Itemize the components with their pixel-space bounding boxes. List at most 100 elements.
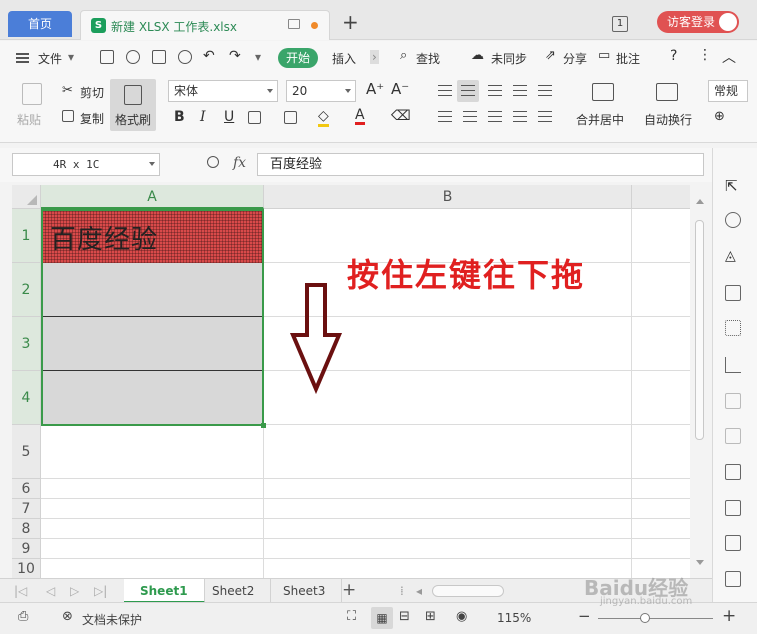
backup-icon[interactable] <box>725 393 741 409</box>
fill-pattern-icon[interactable] <box>284 111 297 124</box>
export-icon[interactable] <box>126 50 140 64</box>
monitor-icon[interactable] <box>288 19 300 29</box>
row-header-9[interactable]: 9 <box>12 539 41 559</box>
currency-icon[interactable]: ⊕ <box>714 109 725 124</box>
next-sheet-icon[interactable]: ▷ <box>70 584 79 598</box>
paste-label[interactable]: 粘贴 <box>17 111 41 128</box>
zoom-in-button[interactable]: + <box>722 606 736 626</box>
bold-button[interactable]: B <box>174 109 185 125</box>
underline-button[interactable]: U <box>224 109 234 125</box>
archive-icon[interactable] <box>725 535 741 551</box>
add-sheet-button[interactable]: + <box>342 580 356 600</box>
history-icon[interactable] <box>725 428 741 444</box>
merge-center-button[interactable]: 合并居中 <box>576 111 624 128</box>
first-sheet-icon[interactable]: |◁ <box>14 584 27 598</box>
fill-color-icon[interactable]: ◇ <box>318 108 329 127</box>
row-header-1[interactable]: 1 <box>12 209 41 263</box>
splitter-icon[interactable]: ⁞ <box>400 584 404 598</box>
justify-icon[interactable] <box>513 111 527 122</box>
row-header-4[interactable]: 4 <box>12 371 41 425</box>
column-header-b[interactable]: B <box>264 185 632 209</box>
protect-status[interactable]: 文档未保护 <box>82 611 142 628</box>
distribute-icon[interactable] <box>538 111 552 122</box>
save-icon[interactable] <box>100 50 114 64</box>
row-header-6[interactable]: 6 <box>12 479 41 499</box>
tab-file[interactable]: S 新建 XLSX 工作表.xlsx <box>80 10 330 40</box>
align-middle-button[interactable] <box>457 80 479 102</box>
style-icon[interactable]: ◬ <box>725 248 741 264</box>
sync-status[interactable]: 未同步 <box>491 50 527 67</box>
page-layout-icon[interactable]: ⊟ <box>399 609 410 624</box>
sheet-tab-3[interactable]: Sheet3 <box>267 579 343 603</box>
align-right-icon[interactable] <box>488 111 502 122</box>
zoom-slider-knob[interactable] <box>640 613 650 623</box>
fullscreen-icon[interactable]: ⛶ <box>347 609 356 624</box>
horizontal-scroll-thumb[interactable] <box>432 585 504 597</box>
edit-icon[interactable] <box>725 500 741 516</box>
align-bottom-icon[interactable] <box>488 85 502 96</box>
align-center-icon[interactable] <box>463 111 477 122</box>
formula-input[interactable]: 百度经验 <box>257 153 704 176</box>
shrink-font-button[interactable]: A⁻ <box>391 80 409 98</box>
tab-start[interactable]: 开始 <box>278 48 318 68</box>
format-brush-button[interactable]: 格式刷 <box>110 79 156 131</box>
number-format-select[interactable]: 常规 <box>708 80 748 102</box>
wrap-text-button[interactable]: 自动换行 <box>644 111 692 128</box>
name-box[interactable]: 4R x 1C <box>12 153 160 176</box>
search-icon[interactable]: ⌕ <box>400 48 407 63</box>
page-break-icon[interactable]: ⊞ <box>425 609 436 624</box>
align-left-icon[interactable] <box>438 111 452 122</box>
italic-button[interactable]: I <box>200 109 206 125</box>
spreadsheet-grid[interactable]: A B 1 2 3 4 5 6 7 8 9 10 百度经验 按住左键往下拖 <box>12 185 690 578</box>
preview-icon[interactable] <box>178 50 192 64</box>
image-icon[interactable] <box>725 464 741 480</box>
more-icon[interactable]: ⋮ <box>698 47 712 63</box>
help-button[interactable]: ? <box>670 48 677 64</box>
redo-icon[interactable]: ↷ <box>229 48 241 64</box>
paste-icon[interactable] <box>22 83 42 105</box>
eraser-icon[interactable]: ⌫ <box>391 108 411 124</box>
scroll-left-icon[interactable]: ◂ <box>416 584 422 598</box>
sheet-tab-1[interactable]: Sheet1 <box>124 579 205 603</box>
row-header-3[interactable]: 3 <box>12 317 41 371</box>
row-header-2[interactable]: 2 <box>12 263 41 317</box>
collapse-ribbon-icon[interactable]: ︿ <box>722 47 736 67</box>
select-all-corner[interactable] <box>12 185 41 209</box>
fx-icon[interactable]: fx <box>233 155 246 171</box>
menu-file[interactable]: 文件 <box>38 50 62 67</box>
shapes-icon[interactable] <box>725 212 741 228</box>
last-sheet-icon[interactable]: ▷| <box>94 584 107 598</box>
share-button[interactable]: 分享 <box>563 50 587 67</box>
border-icon[interactable] <box>248 111 261 124</box>
font-color-button[interactable]: A <box>355 108 365 125</box>
outdent-icon[interactable] <box>513 85 527 96</box>
chevron-right-icon[interactable]: › <box>370 50 379 64</box>
column-header-a[interactable]: A <box>41 185 264 209</box>
macro-icon[interactable]: ⎙ <box>18 609 28 624</box>
zoom-level[interactable]: 115% <box>497 611 531 625</box>
tab-insert[interactable]: 插入 <box>332 50 356 67</box>
scroll-down-icon[interactable] <box>696 560 704 565</box>
review-button[interactable]: 批注 <box>616 50 640 67</box>
undo-icon[interactable]: ↶ <box>203 48 215 64</box>
window-count-badge[interactable]: 1 <box>612 16 628 32</box>
login-button[interactable]: 访客登录 <box>657 11 739 33</box>
row-header-8[interactable]: 8 <box>12 519 41 539</box>
copy-button[interactable]: 复制 <box>80 110 104 127</box>
new-tab-button[interactable]: + <box>342 10 359 34</box>
align-top-icon[interactable] <box>438 85 452 96</box>
zoom-icon[interactable] <box>207 156 219 168</box>
prev-sheet-icon[interactable]: ◁ <box>46 584 55 598</box>
row-header-5[interactable]: 5 <box>12 425 41 479</box>
zoom-slider[interactable] <box>598 618 713 619</box>
tab-home[interactable]: 首页 <box>8 11 72 37</box>
fill-handle[interactable] <box>261 423 266 428</box>
font-name-select[interactable]: 宋体 <box>168 80 278 102</box>
reading-mode-icon[interactable]: ◉ <box>456 609 467 624</box>
chart-icon[interactable] <box>725 357 741 373</box>
normal-view-icon[interactable]: ▦ <box>371 607 393 629</box>
vertical-scrollbar[interactable] <box>690 185 712 578</box>
cut-button[interactable]: 剪切 <box>80 84 104 101</box>
menu-icon[interactable] <box>16 53 29 63</box>
table-icon[interactable] <box>725 285 741 301</box>
